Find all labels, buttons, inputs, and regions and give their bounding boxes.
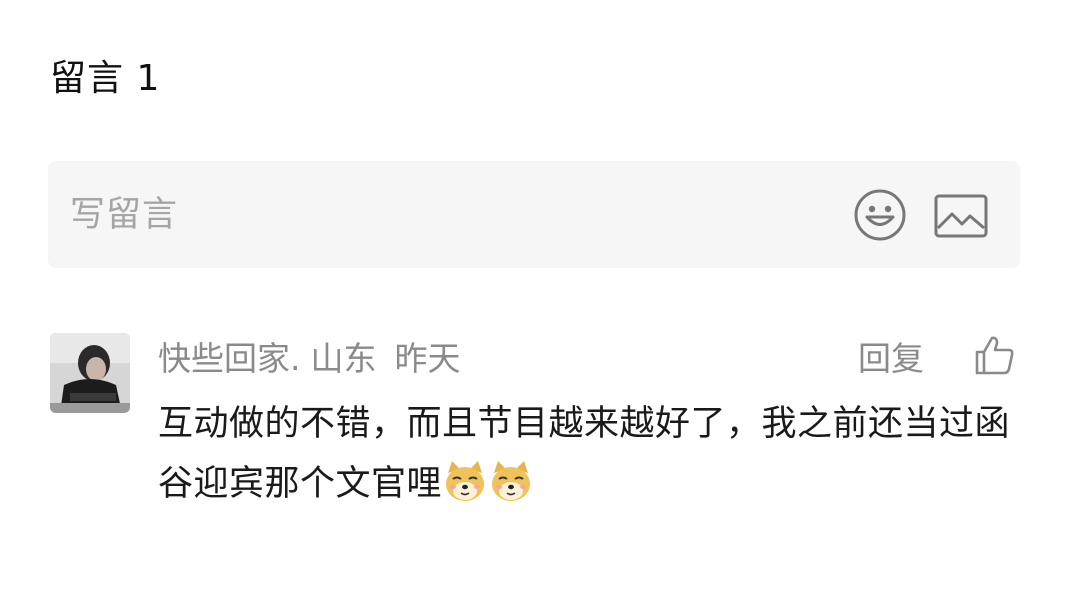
avatar[interactable] xyxy=(50,333,130,413)
reply-button[interactable]: 回复 xyxy=(858,336,924,382)
comment-text: 互动做的不错，而且节目越来越好了，我之前还当过函谷迎宾那个文官哩 xyxy=(158,394,1028,514)
thumbs-up-icon[interactable] xyxy=(974,334,1016,376)
comment-author[interactable]: 快些回家. xyxy=(158,339,301,378)
comment-meta: 快些回家. 山东 昨天 xyxy=(158,336,461,382)
comment-item: 快些回家. 山东 昨天 回复 互动做的不错，而且节目越来越好了，我之前还当过函谷迎宾… xyxy=(0,0,1071,589)
avatar-photo xyxy=(50,333,130,413)
doge-emoji xyxy=(492,461,531,501)
comment-time: 昨天 xyxy=(394,339,461,378)
comment-body: 互动做的不错，而且节目越来越好了，我之前还当过函谷迎宾那个文官哩 xyxy=(158,404,1011,504)
comment-location: 山东 xyxy=(310,339,377,378)
doge-emoji xyxy=(446,461,485,501)
